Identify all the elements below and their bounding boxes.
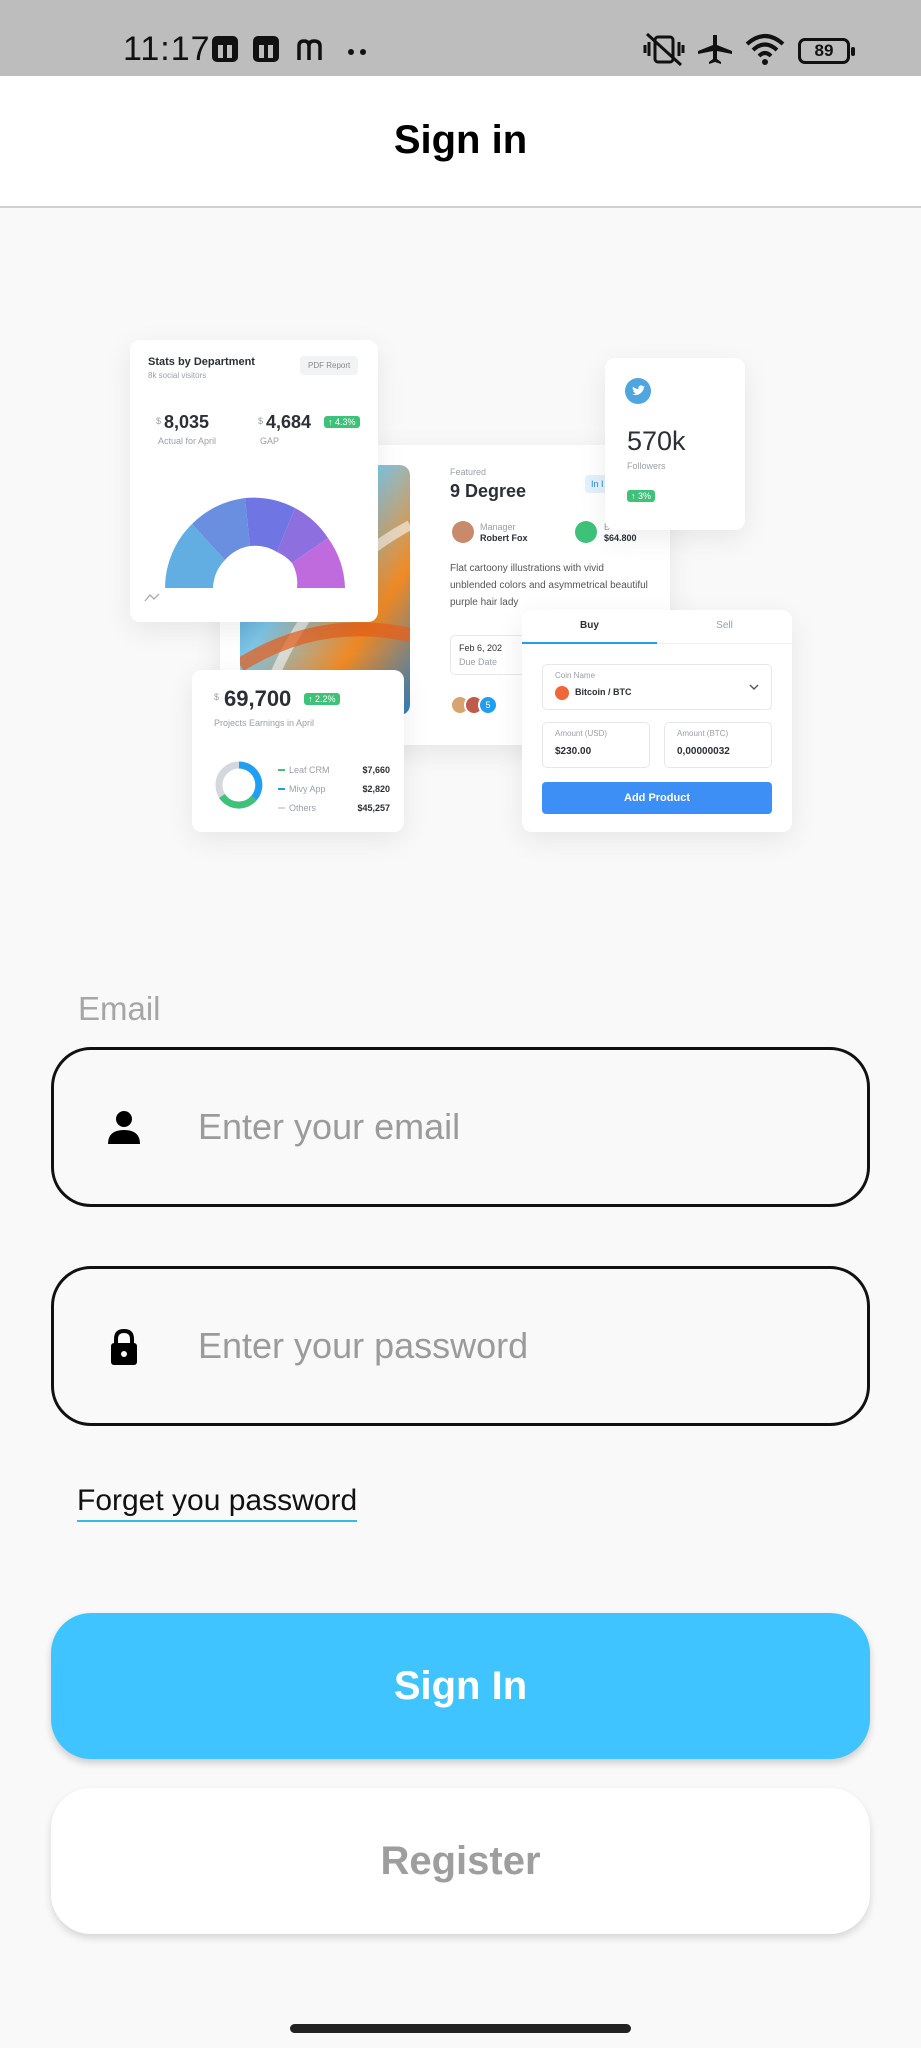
btc-value: 0,00000032 xyxy=(677,746,730,757)
btc-amount-field: Amount (BTC) 0,00000032 xyxy=(664,722,772,768)
stats-card: Stats by Department 8k social visitors P… xyxy=(130,340,378,622)
lock-icon xyxy=(111,1328,137,1365)
bitcoin-icon xyxy=(555,686,569,700)
usd-value: $230.00 xyxy=(555,746,592,757)
coin-value: Bitcoin / BTC xyxy=(575,687,632,697)
person-icon xyxy=(108,1111,140,1144)
earnings-value: 69,700 xyxy=(224,686,292,711)
featured-title: 9 Degree xyxy=(450,481,527,501)
followers-label: Followers xyxy=(627,461,666,471)
legend-name: Leaf CRM xyxy=(289,764,330,775)
vibrate-off-icon xyxy=(643,32,685,66)
manager-label: Manager xyxy=(480,522,516,532)
legend-swatch xyxy=(278,769,285,772)
m-app-icon xyxy=(297,39,322,60)
usd-amount-field: Amount (USD) $230.00 xyxy=(542,722,650,768)
email-field[interactable] xyxy=(51,1047,870,1207)
trade-card: Buy Sell Coin Name Bitcoin / BTC Amount … xyxy=(522,610,792,832)
value1: 8,035 xyxy=(164,412,210,432)
department-gauge-chart xyxy=(165,497,345,588)
legend-row: Mivy App $2,820 xyxy=(278,779,390,798)
value2-currency: $ xyxy=(258,416,264,426)
email-label: Email xyxy=(78,990,161,1027)
manager-avatar xyxy=(452,521,474,543)
earnings-badge: ↑ 2.2% xyxy=(304,693,340,705)
stats-subtitle: 8k social visitors xyxy=(148,371,207,380)
twitter-icon xyxy=(625,378,651,404)
earnings-donut-chart xyxy=(215,761,263,809)
budget-icon xyxy=(575,521,597,543)
earnings-label: Projects Earnings in April xyxy=(214,718,315,728)
due-date-box: Feb 6, 202 Due Date xyxy=(450,635,530,675)
pdf-report-button: PDF Report xyxy=(300,356,359,375)
battery-icon: 89 xyxy=(798,38,855,64)
chevron-down-icon xyxy=(749,684,759,690)
btc-label: Amount (BTC) xyxy=(677,729,729,738)
password-input[interactable] xyxy=(198,1311,818,1381)
tab-buy: Buy xyxy=(522,610,657,644)
usd-label: Amount (USD) xyxy=(555,729,608,738)
forgot-password-link[interactable]: Forget you password xyxy=(77,1484,358,1522)
legend-row: Leaf CRM $7,660 xyxy=(278,760,390,779)
manager-name: Robert Fox xyxy=(480,533,528,543)
featured-description: Flat cartoony illustrations with vivid u… xyxy=(450,563,648,608)
status-bar: 11:17 89 xyxy=(0,0,921,76)
due-date: Feb 6, 202 xyxy=(459,643,503,653)
earnings-card: $ 69,700 ↑ 2.2% Projects Earnings in Apr… xyxy=(192,670,404,832)
page-title: Sign in xyxy=(393,118,528,162)
tab-sell: Sell xyxy=(657,610,792,644)
featured-label: Featured xyxy=(450,467,487,477)
followers-count: 570k xyxy=(627,426,686,456)
add-product-button: Add Product xyxy=(542,782,772,814)
twitter-card: 570k Followers ↑ 3% xyxy=(605,358,745,530)
value2-badge: ↑ 4.3% xyxy=(324,416,360,428)
hero-illustration: Featured 9 Degree In I Manager Robert Fo… xyxy=(120,330,800,850)
value1-label: Actual for April xyxy=(158,436,217,446)
legend-swatch xyxy=(278,807,285,810)
more-dots-icon xyxy=(348,49,366,55)
status-time: 11:17 xyxy=(123,30,211,68)
notification-app-icon xyxy=(253,36,279,62)
team-avatar-more: 5 xyxy=(478,695,498,715)
followers-badge: ↑ 3% xyxy=(627,490,656,502)
legend-value: $7,660 xyxy=(362,764,390,775)
home-indicator[interactable] xyxy=(290,2024,631,2033)
legend-value: $2,820 xyxy=(362,783,390,794)
earnings-legend: Leaf CRM $7,660 Mivy App $2,820 Others $… xyxy=(278,760,390,817)
spark-icon xyxy=(144,593,160,602)
notification-app-icon xyxy=(212,36,238,62)
earnings-currency: $ xyxy=(214,692,220,702)
legend-name: Others xyxy=(289,802,317,813)
legend-row: Others $45,257 xyxy=(278,798,390,817)
app-bar: Sign in xyxy=(0,76,921,208)
airplane-icon xyxy=(698,35,732,64)
sign-in-button[interactable]: Sign In xyxy=(51,1613,870,1759)
register-button[interactable]: Register xyxy=(51,1788,870,1934)
budget-value: $64.800 xyxy=(604,533,637,543)
due-date-label: Due Date xyxy=(459,657,498,667)
wifi-icon xyxy=(745,34,785,65)
legend-value: $45,257 xyxy=(357,802,390,813)
value2-label: GAP xyxy=(260,436,280,446)
stats-title: Stats by Department xyxy=(148,356,255,368)
password-field[interactable] xyxy=(51,1266,870,1426)
value1-currency: $ xyxy=(156,416,162,426)
legend-swatch xyxy=(278,788,285,791)
email-input[interactable] xyxy=(198,1092,818,1162)
value2: 4,684 xyxy=(266,412,312,432)
legend-name: Mivy App xyxy=(289,783,326,794)
coin-select: Coin Name Bitcoin / BTC xyxy=(542,664,772,710)
coin-label: Coin Name xyxy=(555,671,596,680)
